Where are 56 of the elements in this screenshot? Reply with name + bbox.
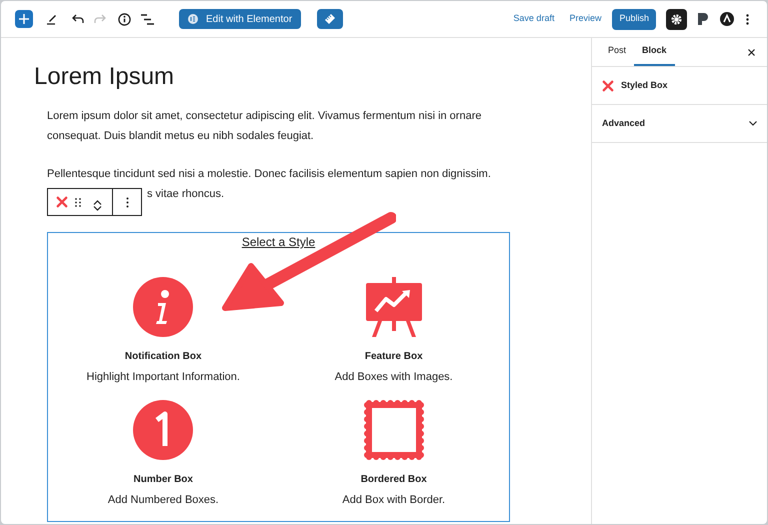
style-title: Notification Box [124,350,202,364]
paragraph-line: Pellentesque tincidunt sed nisi a molestie. Donec facilisis elementum sapien non dignissim. [47,167,491,182]
list-view-icon [140,14,154,24]
style-option[interactable]: Notification Box Highlight Important Information. [48,277,278,384]
style-option[interactable]: Bordered Box Add Box with Border. [278,400,509,507]
number-one-icon [133,400,194,460]
paragraph-line: s vitae rhoncus. [147,187,224,202]
style-title: Number Box [134,473,193,487]
styled-box-icon [56,196,68,208]
block-name: Styled Box [621,78,668,92]
style-description: Add Boxes with Images. [334,370,453,384]
settings-icon [671,14,682,24]
style-title: Bordered Box [360,473,427,487]
details-button[interactable] [116,11,132,27]
pen-icon [46,13,58,25]
sidebar-tab[interactable]: Block [634,38,675,66]
style-option[interactable]: Feature Box Add Boxes with Images. [278,277,509,384]
stamp-border-icon [364,400,424,460]
undo-icon [72,14,84,24]
info-outline-icon [118,12,130,26]
settings-button[interactable] [666,8,687,30]
post-title: Lorem Ipsum [34,62,176,92]
style-description: Add Numbered Boxes. [108,493,219,507]
preview-link[interactable]: Preview [569,12,602,26]
add-block-button[interactable] [15,10,33,28]
save-draft-link[interactable]: Save draft [513,12,554,26]
edit-with-elementor-button[interactable]: Edit with Elementor [179,9,302,29]
more-icon [746,14,748,24]
publish-button[interactable]: Publish [612,8,656,30]
ruler-tool-button[interactable] [317,9,344,29]
paragraph-line: Lorem ipsum dolor sit amet, consectetur adipiscing elit. Vivamus fermentum nisi in ornare [47,109,482,124]
plus-icon [19,14,29,24]
redo-icon [94,14,106,24]
panel-header[interactable]: Advanced [592,105,767,143]
style-description: Highlight Important Information. [86,370,240,384]
select-style-heading: Select a Style [242,234,316,250]
plugin-button[interactable] [695,11,711,27]
presentation-board-icon [364,277,424,337]
elementor-logo-icon [188,14,198,24]
drag-icon [75,198,81,206]
style-title: Feature Box [364,350,423,364]
styled-box-icon [602,80,614,92]
theme-button[interactable] [719,11,735,27]
sidebar-tab[interactable]: Post [600,38,634,66]
chevron-down-icon [92,206,102,211]
style-description: Add Box with Border. [342,493,446,507]
close-icon [748,48,754,56]
ruler-icon [324,13,336,25]
paragraph-line: consequat. Duis blandit metus eu nibh sodales feugiat. [47,129,314,144]
theme-logo-icon [720,12,734,26]
chevron-up-icon [92,200,102,204]
plugin-logo-icon [697,12,709,26]
chevron-icon [749,121,757,126]
info-icon [133,277,194,337]
style-option[interactable]: Number Box Add Numbered Boxes. [48,400,278,507]
more-icon [126,196,128,208]
